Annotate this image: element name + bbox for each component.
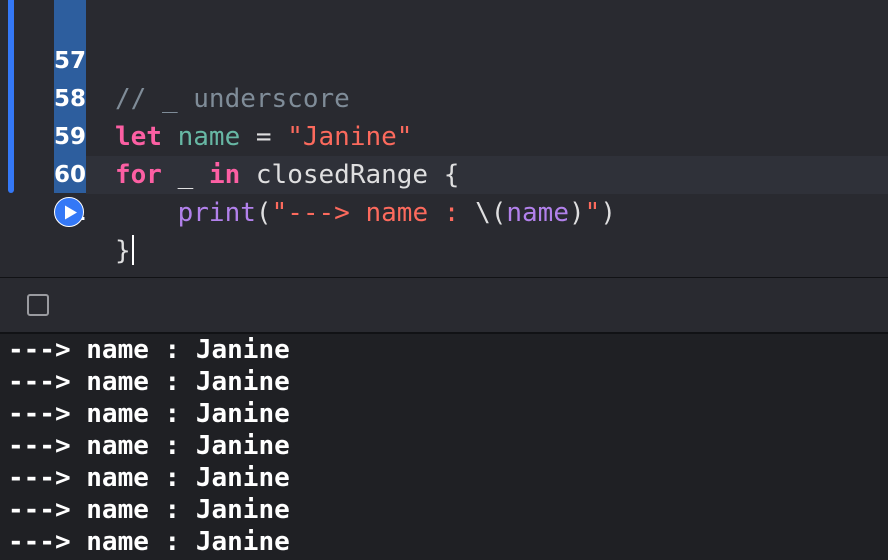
console-output[interactable]: ---> name : Janine ---> name : Janine --…: [0, 334, 888, 560]
console-line: ---> name : Janine: [8, 431, 290, 461]
paren-token: ): [600, 198, 616, 228]
console-line: ---> name : Janine: [8, 335, 290, 365]
string-token: "---> name :: [271, 198, 476, 228]
console-line: ---> name : Janine: [8, 367, 290, 397]
text-cursor: [131, 234, 134, 265]
code-editor[interactable]: 57 // _ underscore 58 let name = "Janine…: [0, 0, 888, 277]
console-line: ---> name : Janine: [8, 527, 290, 557]
console-line: ---> name : Janine: [8, 399, 290, 429]
checkbox-square-icon[interactable]: [27, 294, 49, 316]
function-token: print: [177, 198, 256, 228]
console-toolbar: [0, 278, 888, 332]
code-line-58[interactable]: 58 let name = "Janine": [0, 42, 888, 152]
interpolation-open-token: \(: [475, 198, 507, 228]
paren-token: (: [255, 198, 272, 228]
identifier-token: name: [506, 198, 569, 228]
code-line-61[interactable]: 61 }: [0, 156, 888, 266]
brace-token: }: [115, 236, 131, 266]
code-line-57[interactable]: 57 // _ underscore: [0, 4, 888, 114]
code-line-60[interactable]: 60 print("---> name : \(name)"): [0, 118, 888, 228]
console-line: ---> name : Janine: [8, 495, 290, 525]
string-token: ": [584, 198, 601, 228]
console-line: ---> name : Janine: [8, 463, 290, 493]
code-line-59[interactable]: 59 for _ in closedRange {: [0, 80, 888, 190]
play-icon: [65, 205, 77, 220]
indent-token: [115, 198, 178, 228]
run-button[interactable]: [54, 197, 84, 227]
interpolation-close-token: ): [569, 198, 585, 228]
